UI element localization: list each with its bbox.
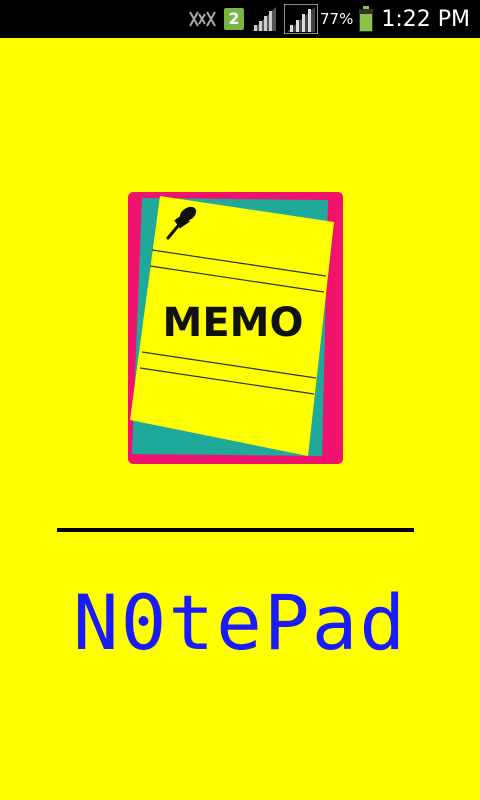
memo-logo: MEMO <box>128 192 343 464</box>
signal-icon <box>252 7 276 31</box>
app-title: N0tePad <box>72 578 408 667</box>
battery-icon <box>359 6 374 32</box>
no-sim-icon <box>189 11 216 27</box>
status-clock: 1:22 PM <box>381 6 470 32</box>
status-bar: 2 77% 1:22 PM <box>0 0 480 38</box>
signal-icon-secondary <box>284 4 318 34</box>
memo-label: MEMO <box>162 300 304 346</box>
divider <box>57 528 414 532</box>
splash-screen: MEMO N0tePad <box>0 38 480 800</box>
notification-badge: 2 <box>224 8 244 30</box>
battery-percentage: 77% <box>320 10 354 28</box>
